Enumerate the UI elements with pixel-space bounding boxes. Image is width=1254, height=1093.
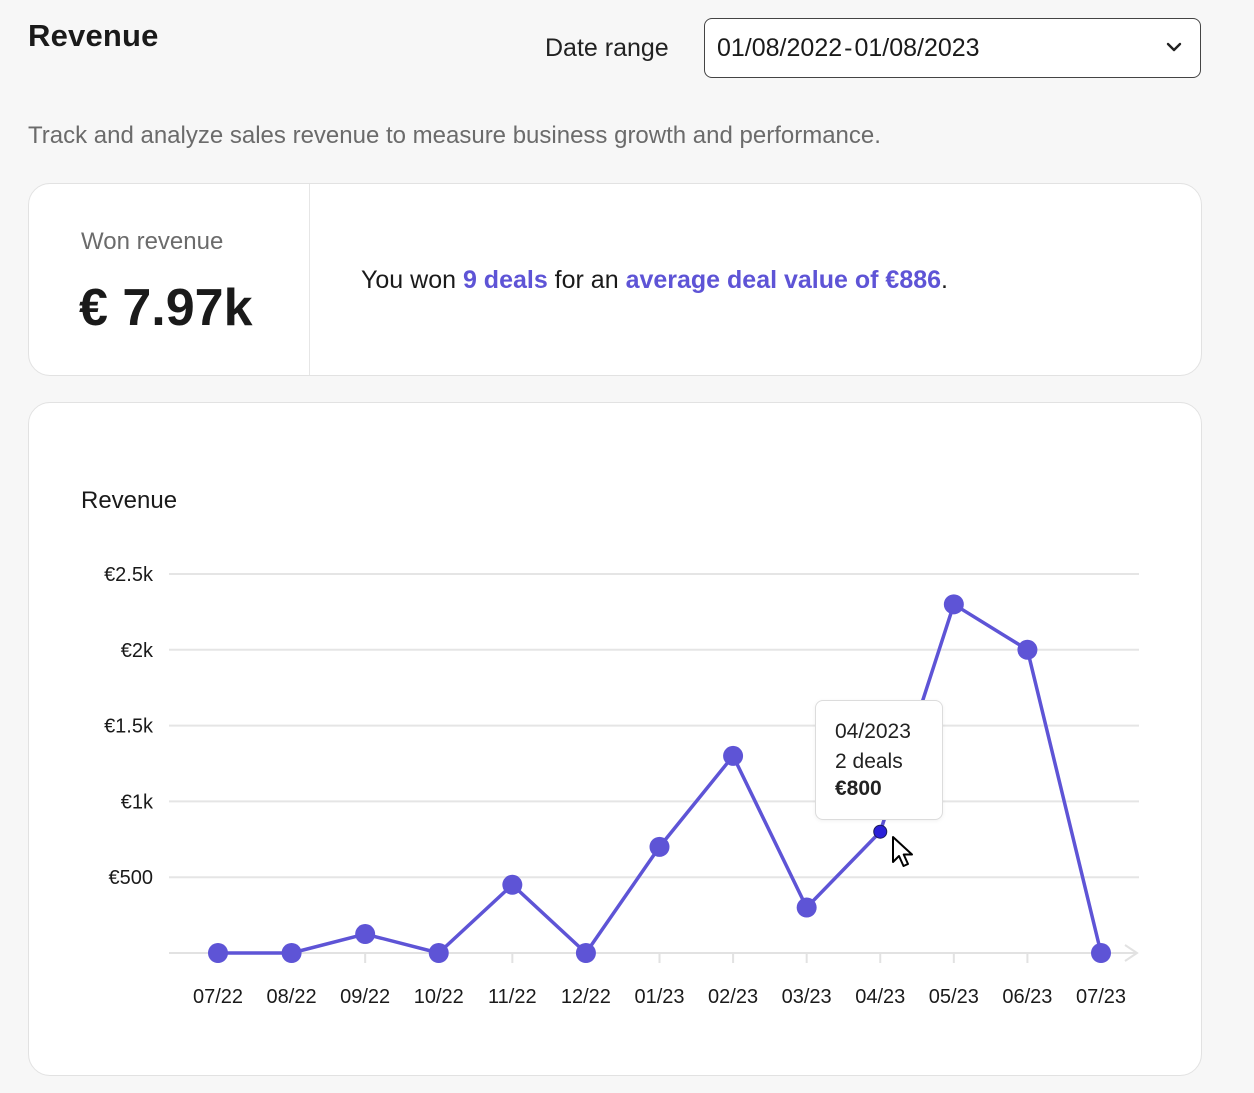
highlighted-data-point — [873, 824, 888, 839]
data-point — [502, 874, 523, 895]
y-tick-label: €2k — [121, 640, 154, 662]
data-point — [649, 836, 670, 857]
data-point — [281, 943, 302, 963]
revenue-chart-card: Revenue €500 €1k €1.5k €2k €2.5k 07/22 08/22 09… — [28, 402, 1202, 1076]
x-tick-label: 08/22 — [267, 986, 317, 1008]
x-tick-label: 09/22 — [340, 986, 390, 1008]
y-tick-label: €1.5k — [104, 716, 154, 738]
data-point — [1091, 943, 1111, 963]
revenue-series-line — [218, 602, 1103, 955]
x-tick-label: 10/22 — [414, 986, 464, 1008]
data-point — [208, 943, 228, 963]
data-point — [943, 594, 964, 615]
y-tick-label: €2.5k — [104, 564, 154, 586]
data-point — [1017, 639, 1038, 660]
x-tick-label: 06/23 — [1002, 986, 1052, 1008]
x-tick-label: 03/23 — [782, 986, 832, 1008]
data-point — [723, 745, 744, 766]
data-point — [575, 943, 596, 963]
data-point — [355, 924, 376, 945]
revenue-line-chart: €500 €1k €1.5k €2k €2.5k 07/22 08/22 09/22 10/22… — [104, 564, 1139, 1008]
data-point — [428, 943, 449, 963]
x-tick-label: 07/23 — [1076, 986, 1126, 1008]
x-tick-label: 12/22 — [561, 986, 611, 1008]
y-tick-label: €1k — [121, 791, 154, 813]
tooltip-deals: 2 deals — [835, 750, 903, 773]
x-tick-label: 05/23 — [929, 986, 979, 1008]
x-tick-label: 01/23 — [634, 986, 684, 1008]
x-tick-label: 11/22 — [488, 986, 537, 1008]
tooltip-value: €800 — [835, 777, 882, 800]
x-tick-label: 04/23 — [855, 986, 905, 1008]
mouse-cursor-icon — [892, 836, 913, 867]
chart-tooltip: 04/2023 2 deals €800 — [815, 700, 943, 820]
y-tick-label: €500 — [109, 867, 154, 889]
data-point — [796, 897, 817, 918]
x-tick-label: 07/22 — [193, 986, 243, 1008]
x-tick-label: 02/23 — [708, 986, 758, 1008]
tooltip-month: 04/2023 — [835, 720, 911, 743]
